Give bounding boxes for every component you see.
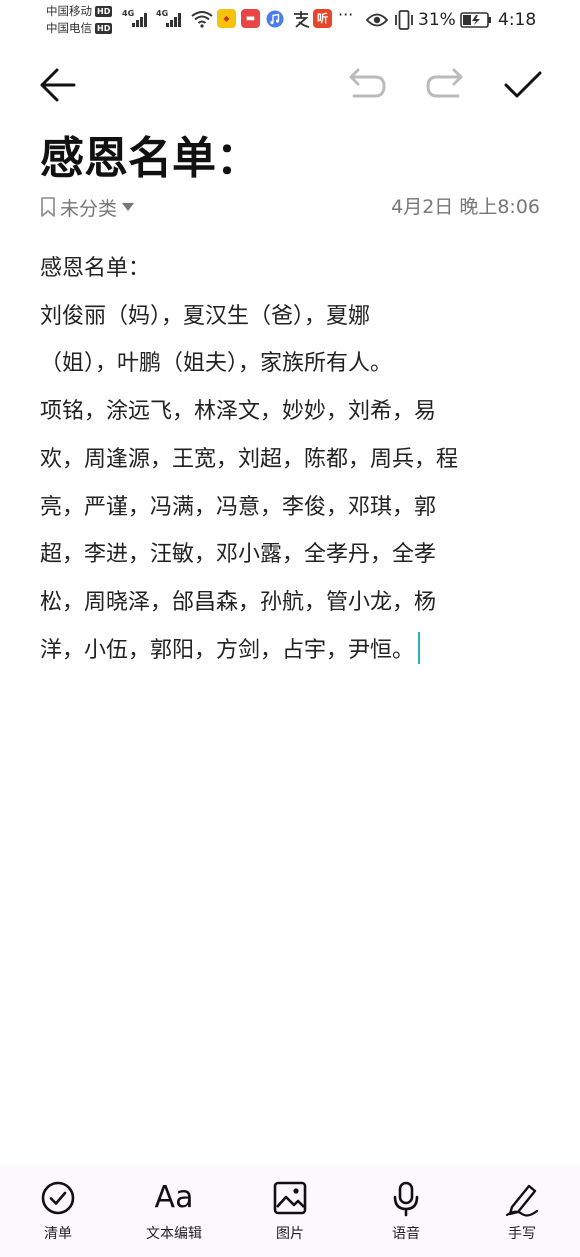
hd-badge-2: HD: [95, 23, 113, 34]
hd-badge-1: HD: [95, 6, 113, 17]
battery-percent: 31%: [418, 10, 456, 30]
note-line: 感恩名单：: [40, 256, 151, 281]
note-line: 松，周晓泽，邰昌森，孙航，管小龙，杨: [40, 589, 437, 615]
status-bar: 中国移动 HD 中国电信 HD 4G 4G ◆ ▬ 听 ··· 31% 4:18: [46, 3, 537, 37]
handwriting-icon: [505, 1184, 539, 1217]
note-date: 4月2日 晚上8:06: [391, 196, 540, 218]
bookmark-icon: [41, 197, 55, 217]
vibrate-icon: [395, 10, 413, 30]
carrier-info: 中国移动 HD 中国电信 HD: [46, 3, 113, 37]
handwriting-label: 手写: [508, 1226, 536, 1242]
checklist-label: 清单: [44, 1226, 72, 1242]
image-label: 图片: [276, 1226, 304, 1242]
back-arrow-icon[interactable]: [38, 66, 78, 104]
image-button[interactable]: 图片: [240, 1165, 340, 1257]
note-line-text: 洋，小伍，郭阳，方剑，占宇，尹恒。: [40, 637, 415, 663]
text-cursor: [418, 631, 421, 664]
battery-icon: [460, 12, 491, 28]
handwriting-button[interactable]: 手写: [472, 1165, 572, 1257]
note-line: 刘俊丽（妈），夏汉生（爸），夏娜: [40, 303, 371, 329]
category-selector[interactable]: 未分类: [40, 192, 135, 222]
note-line: 亮，严谨，冯满，冯意，李俊，邓琪，郭: [40, 494, 437, 520]
note-line: （姐），叶鹏（姐夫），家族所有人。: [40, 351, 393, 377]
app-notification-icon: ▬: [241, 9, 260, 28]
music-icon: [266, 10, 284, 28]
note-body[interactable]: 感恩名单： 刘俊丽（妈），夏汉生（爸），夏娜 （姐），叶鹏（姐夫），家族所有人。…: [40, 245, 550, 674]
alipay-icon: [294, 11, 310, 28]
undo-icon[interactable]: [346, 66, 388, 102]
microphone-icon: [393, 1181, 419, 1217]
note-line: 欢，周逢源，王宽，刘超，陈都，周兵，程: [40, 446, 459, 472]
image-icon: [273, 1181, 307, 1215]
checklist-button[interactable]: 清单: [8, 1165, 108, 1257]
checkmark-icon[interactable]: [502, 68, 544, 102]
text-format-label: 文本编辑: [146, 1226, 202, 1242]
more-indicator: ···: [338, 5, 354, 24]
clock: 4:18: [498, 10, 537, 30]
note-meta: 未分类 4月2日 晚上8:06: [40, 192, 540, 222]
note-line: 项铭，涂远飞，林泽文，妙妙，刘希，易: [40, 399, 437, 425]
checklist-icon: [41, 1181, 75, 1215]
carrier-1: 中国移动: [46, 4, 92, 18]
text-format-icon: Aa: [154, 1180, 194, 1215]
bottom-toolbar: 清单 Aa 文本编辑 图片 语音 手写: [0, 1165, 580, 1257]
ting-icon: 听: [313, 9, 332, 28]
eye-icon: [366, 13, 388, 27]
app-notification-icon: ◆: [217, 9, 236, 28]
note-last-line: 洋，小伍，郭阳，方剑，占宇，尹恒。: [40, 627, 550, 675]
text-format-button[interactable]: Aa 文本编辑: [124, 1165, 224, 1257]
voice-button[interactable]: 语音: [356, 1165, 456, 1257]
note-title[interactable]: 感恩名单：: [40, 130, 260, 188]
redo-icon[interactable]: [424, 66, 466, 102]
carrier-2: 中国电信: [46, 21, 92, 35]
dropdown-triangle-icon: [122, 203, 135, 211]
voice-label: 语音: [392, 1226, 420, 1242]
category-label: 未分类: [60, 197, 118, 220]
note-line: 超，李进，汪敏，邓小露，全孝丹，全孝: [40, 542, 437, 568]
wifi-icon: [191, 11, 213, 28]
